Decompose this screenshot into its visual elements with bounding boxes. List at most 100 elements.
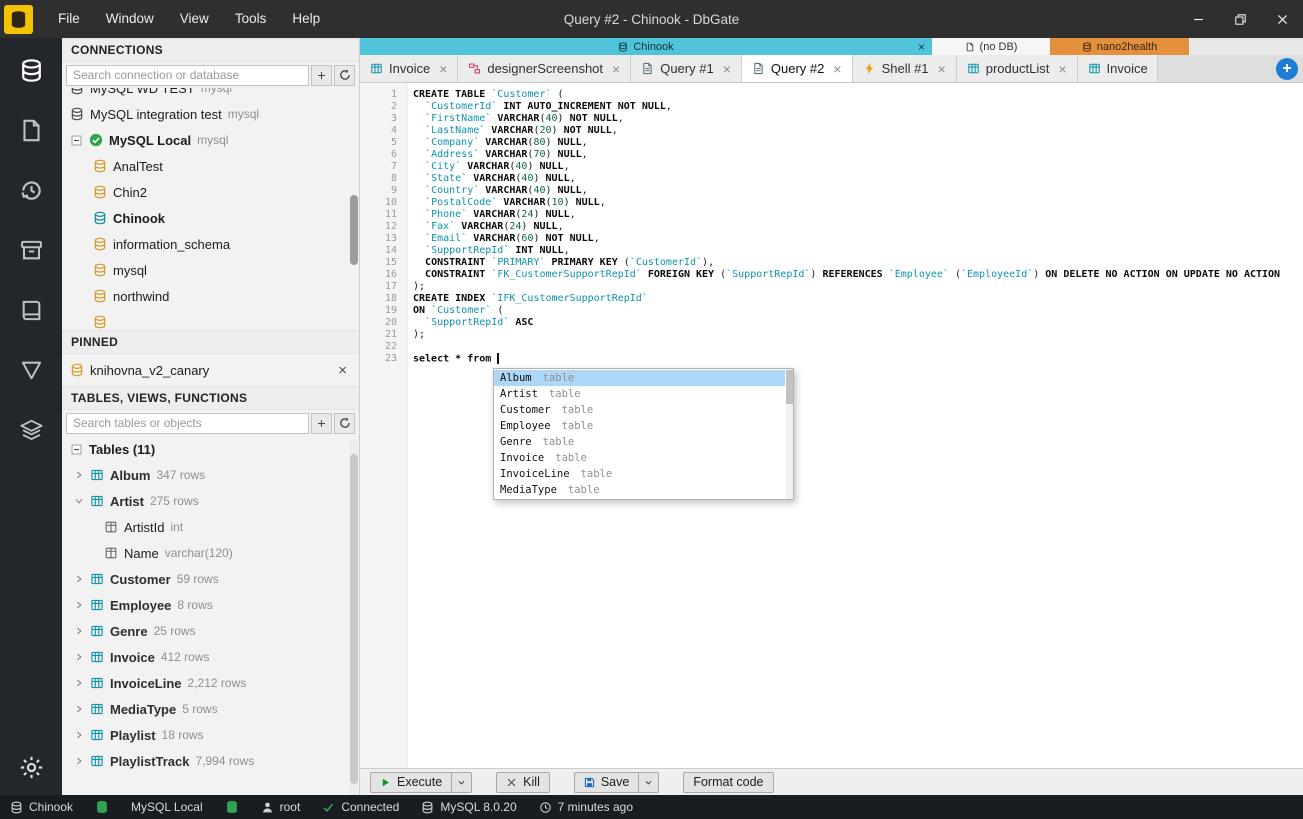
connection-item-mysql-wd-test[interactable]: MySQL WD TEST mysql [62, 88, 359, 101]
save-button[interactable]: Save [573, 771, 639, 793]
chevron-right-icon[interactable] [74, 652, 84, 662]
chevron-right-icon[interactable] [74, 470, 84, 480]
history-icon[interactable] [9, 168, 53, 212]
table-row-invoiceline[interactable]: InvoiceLine 2,212 rows [62, 670, 359, 696]
chevron-right-icon[interactable] [74, 678, 84, 688]
refresh-connections-button[interactable] [334, 64, 355, 86]
autocomplete-item-album[interactable]: Album table [494, 370, 785, 386]
execute-button[interactable]: Execute [370, 771, 452, 793]
autocomplete-item-artist[interactable]: Artist table [494, 386, 785, 402]
database-item-northwind[interactable]: northwind [62, 283, 359, 309]
execute-dropdown-button[interactable] [451, 771, 473, 793]
menu-view[interactable]: View [167, 0, 222, 38]
chevron-right-icon[interactable] [74, 600, 84, 610]
database-item-chinook[interactable]: Chinook [62, 205, 359, 231]
close-icon[interactable] [1261, 0, 1303, 38]
new-tab-button[interactable]: + [1276, 58, 1298, 80]
autocomplete-item-employee[interactable]: Employee table [494, 418, 785, 434]
sql-editor[interactable]: 1 CREATE TABLE `Customer` (2 `CustomerId`… [360, 83, 1303, 768]
table-row-customer[interactable]: Customer 59 rows [62, 566, 359, 592]
tab-query-2[interactable]: Query #2 × [741, 55, 853, 82]
server-sync-icon[interactable] [225, 800, 239, 814]
close-group-icon[interactable]: × [918, 41, 925, 53]
table-row-invoice[interactable]: Invoice 412 rows [62, 644, 359, 670]
database-item-chin2[interactable]: Chin2 [62, 179, 359, 205]
close-tab-icon[interactable]: × [723, 62, 731, 76]
tab-productlist[interactable]: productList × [956, 55, 1078, 82]
statusbar-refresh-time[interactable]: 7 minutes ago [539, 800, 633, 814]
connections-scrollbar[interactable] [350, 88, 358, 332]
close-tab-icon[interactable]: × [439, 62, 447, 76]
archive-icon[interactable] [9, 228, 53, 272]
database-item-analtest[interactable]: AnalTest [62, 153, 359, 179]
chevron-right-icon[interactable] [74, 704, 84, 714]
collapse-toggle-icon[interactable] [70, 134, 83, 147]
table-row-employee[interactable]: Employee 8 rows [62, 592, 359, 618]
connections-search-input[interactable] [66, 64, 309, 86]
tables-scrollbar[interactable] [350, 440, 358, 795]
book-icon[interactable] [9, 288, 53, 332]
format-code-button[interactable]: Format code [683, 771, 774, 793]
add-table-button[interactable]: + [311, 412, 332, 434]
tab-invoice[interactable]: Invoice [1077, 55, 1158, 82]
table-row-genre[interactable]: Genre 25 rows [62, 618, 359, 644]
chevron-right-icon[interactable] [74, 756, 84, 766]
autocomplete-scrollbar[interactable] [786, 369, 793, 499]
close-tab-icon[interactable]: × [612, 62, 620, 76]
menu-tools[interactable]: Tools [222, 0, 280, 38]
close-tab-icon[interactable]: × [938, 62, 946, 76]
autocomplete-item-genre[interactable]: Genre table [494, 434, 785, 450]
unpin-icon[interactable]: × [338, 362, 359, 379]
tables-search-input[interactable] [66, 412, 309, 434]
file-icon[interactable] [9, 108, 53, 152]
code-area[interactable]: 1 CREATE TABLE `Customer` (2 `CustomerId`… [360, 83, 1303, 365]
autocomplete-item-invoiceline[interactable]: InvoiceLine table [494, 466, 785, 482]
tab-group-chinook[interactable]: Chinook × [360, 38, 933, 55]
table-row-playlist[interactable]: Playlist 18 rows [62, 722, 359, 748]
autocomplete-item-customer[interactable]: Customer table [494, 402, 785, 418]
tables-group-row[interactable]: Tables (11) [62, 436, 359, 462]
column-row-name[interactable]: Name varchar(120) [62, 540, 359, 566]
kill-button[interactable]: Kill [496, 771, 550, 793]
column-row-artistid[interactable]: ArtistId int [62, 514, 359, 540]
chevron-right-icon[interactable] [74, 574, 84, 584]
scrollbar-thumb[interactable] [786, 370, 793, 404]
menu-file[interactable]: File [45, 0, 93, 38]
database-icon[interactable] [9, 48, 53, 92]
autocomplete-item-invoice[interactable]: Invoice table [494, 450, 785, 466]
tab-group-nano2health[interactable]: nano2health [1050, 38, 1190, 55]
tab-designerscreenshot[interactable]: designerScreenshot × [458, 55, 632, 82]
save-dropdown-button[interactable] [638, 771, 660, 793]
tab-group-no-db[interactable]: (no DB) [933, 38, 1050, 55]
minimize-icon[interactable] [1177, 0, 1219, 38]
database-item-information-schema[interactable]: information_schema [62, 231, 359, 257]
menu-window[interactable]: Window [93, 0, 167, 38]
connection-item-mysql-local[interactable]: MySQL Local mysql [62, 127, 359, 153]
tab-query-1[interactable]: Query #1 × [631, 55, 742, 82]
tab-invoice[interactable]: Invoice × [360, 55, 459, 82]
gear-icon[interactable] [9, 745, 53, 789]
table-row-album[interactable]: Album 347 rows [62, 462, 359, 488]
pinned-item-knihovna-v2-canary[interactable]: knihovna_v2_canary × [62, 354, 359, 386]
table-row-mediatype[interactable]: MediaType 5 rows [62, 696, 359, 722]
database-sync-icon[interactable] [95, 800, 109, 814]
autocomplete-item-mediatype[interactable]: MediaType table [494, 482, 785, 498]
collapse-toggle-icon[interactable] [70, 443, 83, 456]
restore-icon[interactable] [1219, 0, 1261, 38]
table-row-playlisttrack[interactable]: PlaylistTrack 7,994 rows [62, 748, 359, 774]
tab-shell-1[interactable]: Shell #1 × [852, 55, 957, 82]
scrollbar-thumb[interactable] [350, 454, 358, 784]
layers-icon[interactable] [9, 408, 53, 452]
refresh-tables-button[interactable] [334, 412, 355, 434]
database-item-mysql[interactable]: mysql [62, 257, 359, 283]
statusbar-database[interactable]: Chinook [10, 800, 73, 814]
funnel-icon[interactable] [9, 348, 53, 392]
add-connection-button[interactable]: + [311, 64, 332, 86]
chevron-right-icon[interactable] [74, 496, 84, 506]
database-item-item[interactable] [62, 309, 359, 330]
table-row-artist[interactable]: Artist 275 rows [62, 488, 359, 514]
menu-help[interactable]: Help [279, 0, 333, 38]
close-tab-icon[interactable]: × [1058, 62, 1066, 76]
scrollbar-thumb[interactable] [350, 195, 358, 265]
connection-item-mysql-integration-test[interactable]: MySQL integration test mysql [62, 101, 359, 127]
